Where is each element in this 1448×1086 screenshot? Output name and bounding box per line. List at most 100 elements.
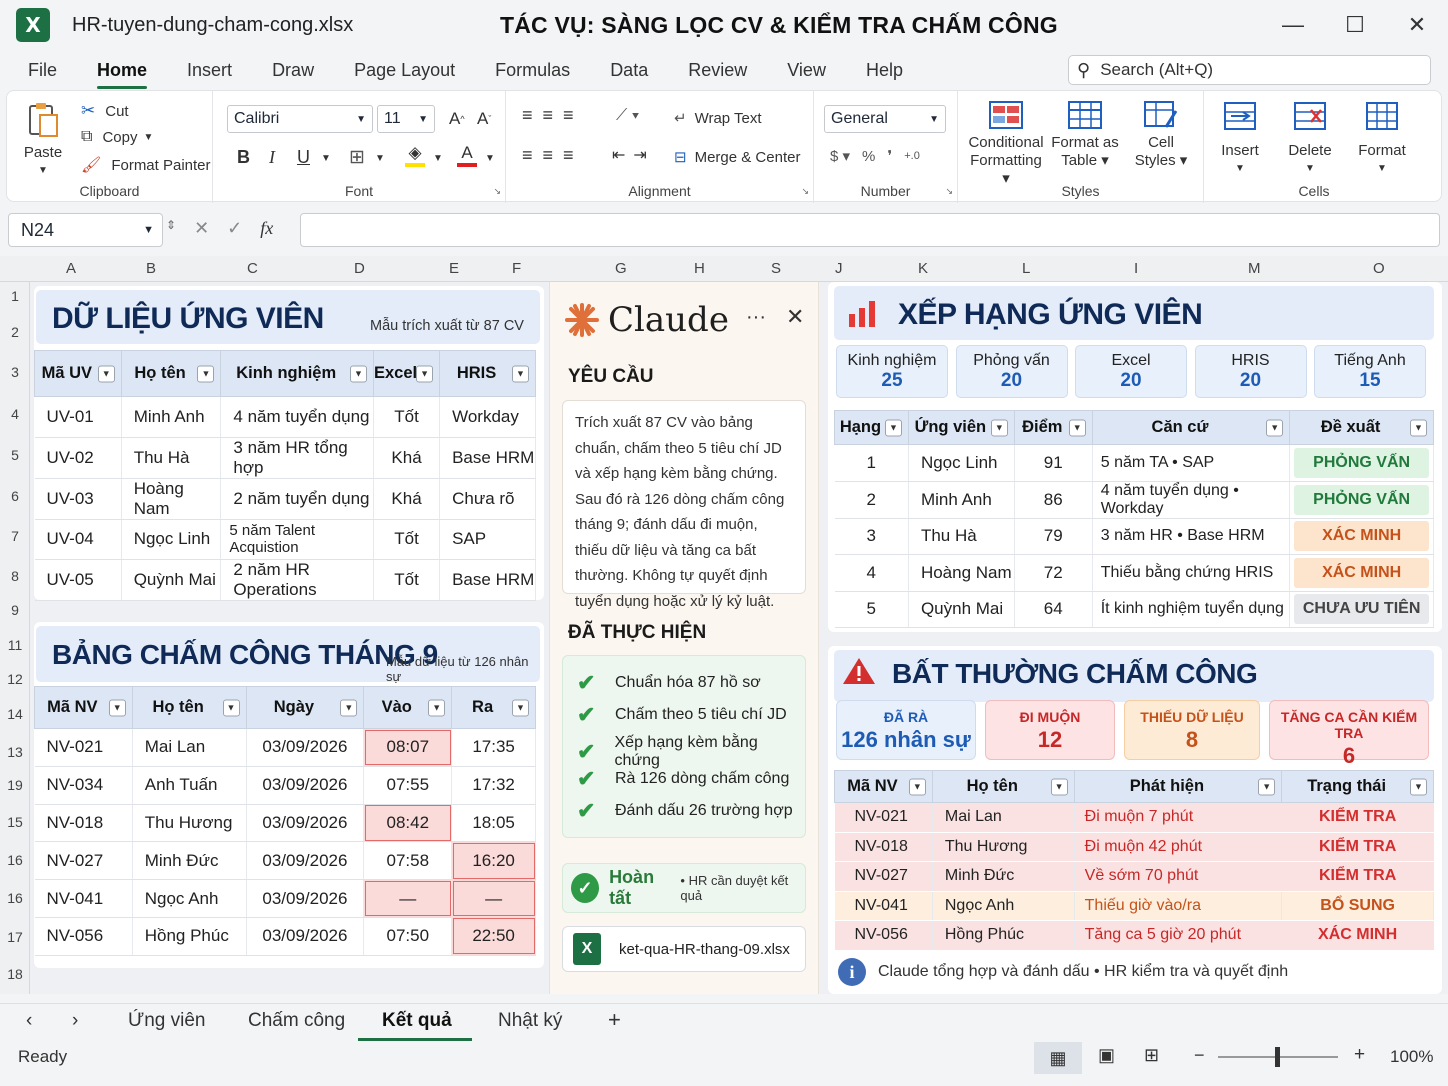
table-cell[interactable]: 07:55 <box>363 766 453 805</box>
col-k[interactable]: K <box>918 260 928 277</box>
col-e[interactable]: E <box>449 260 459 277</box>
maximize-icon[interactable]: ☐ <box>1324 0 1386 50</box>
ranking-col-header[interactable]: Điểm ▼ <box>1013 410 1093 445</box>
borders-icon[interactable]: ⊞ <box>349 146 365 169</box>
candidate-col-header[interactable]: HRIS ▼ <box>439 350 536 397</box>
col-j[interactable]: J <box>835 260 843 277</box>
row-header[interactable]: 13 <box>0 744 30 760</box>
row-header[interactable]: 6 <box>0 488 30 504</box>
add-sheet-icon[interactable]: + <box>608 1007 621 1033</box>
filter-dropdown-icon[interactable]: ▼ <box>222 699 240 716</box>
formula-input[interactable] <box>300 213 1440 247</box>
anomaly-col-header[interactable]: Họ tên ▼ <box>931 770 1075 803</box>
table-cell[interactable]: 1 <box>834 444 909 482</box>
italic-icon[interactable]: I <box>269 147 275 168</box>
cut-button[interactable]: ✂ Cut <box>81 101 129 121</box>
table-cell[interactable]: Base HRM <box>439 559 536 601</box>
zoom-out-icon[interactable]: − <box>1194 1045 1205 1066</box>
table-cell[interactable]: 3 năm HR • Base HRM <box>1092 518 1291 555</box>
table-cell[interactable]: SAP <box>439 519 536 560</box>
table-cell[interactable]: Base HRM <box>439 437 536 479</box>
col-a[interactable]: A <box>66 260 76 277</box>
row-header[interactable]: 14 <box>0 706 30 722</box>
table-cell[interactable]: 4 <box>834 554 909 592</box>
table-cell[interactable]: KIỂM TRA <box>1281 802 1434 833</box>
anomaly-col-header[interactable]: Mã NV ▼ <box>834 770 933 803</box>
table-cell[interactable]: Tốt <box>373 396 441 438</box>
table-cell[interactable]: Minh Đức <box>132 841 247 881</box>
tab-cham-cong[interactable]: Chấm công <box>248 1010 345 1032</box>
page-break-view-icon[interactable]: ⊞ <box>1144 1045 1159 1066</box>
orientation-icon[interactable]: ⟋ ▾ <box>616 107 639 125</box>
row-header[interactable]: 2 <box>0 324 30 340</box>
filter-dropdown-icon[interactable]: ▼ <box>908 778 926 795</box>
table-cell[interactable]: UV-04 <box>34 519 122 560</box>
table-cell[interactable]: 17:32 <box>451 766 536 805</box>
filter-dropdown-icon[interactable]: ▼ <box>108 699 126 716</box>
name-box[interactable]: N24 ▼ <box>8 213 163 247</box>
filter-dropdown-icon[interactable]: ▼ <box>97 365 115 382</box>
insert-cells-button[interactable]: Insert ▼ <box>1210 101 1270 178</box>
table-cell[interactable]: NV-056 <box>34 917 133 956</box>
table-cell[interactable]: 79 <box>1014 518 1093 555</box>
menu-insert[interactable]: Insert <box>187 54 232 87</box>
table-cell[interactable]: Thu Hương <box>132 804 247 843</box>
anomaly-col-header[interactable]: Phát hiện ▼ <box>1073 770 1283 803</box>
filter-dropdown-icon[interactable]: ▼ <box>416 365 434 382</box>
menu-home[interactable]: Home <box>97 54 148 89</box>
table-cell[interactable]: 03/09/2026 <box>246 804 365 843</box>
menu-page-layout[interactable]: Page Layout <box>354 54 455 87</box>
table-cell[interactable]: Hoàng Nam <box>908 554 1015 592</box>
page-layout-view-icon[interactable]: ▣ <box>1098 1045 1115 1066</box>
table-cell[interactable]: NV-021 <box>834 802 933 833</box>
menu-help[interactable]: Help <box>866 54 903 87</box>
table-cell[interactable]: Đi muộn 42 phút <box>1074 832 1283 862</box>
attendance-col-header[interactable]: Mã NV ▼ <box>34 686 133 729</box>
vertical-align-icons[interactable]: ≡≡≡ <box>522 105 584 126</box>
table-cell[interactable]: Workday <box>439 396 536 438</box>
alignment-dialog-icon[interactable]: ↘ <box>801 186 809 197</box>
zoom-in-icon[interactable]: + <box>1354 1044 1365 1066</box>
candidate-col-header[interactable]: Excel ▼ <box>372 350 441 397</box>
table-cell[interactable]: Đi muộn 7 phút <box>1074 802 1283 833</box>
row-header[interactable]: 12 <box>0 671 30 687</box>
candidate-col-header[interactable]: Kinh nghiệm ▼ <box>220 350 374 397</box>
table-cell[interactable]: KIỂM TRA <box>1281 861 1434 892</box>
table-cell[interactable]: Quỳnh Mai <box>121 559 222 601</box>
cell-styles-button[interactable]: Cell Styles ▾ <box>1128 101 1194 170</box>
table-cell[interactable]: 08:07 <box>363 728 453 767</box>
table-cell[interactable]: Anh Tuấn <box>132 766 247 805</box>
table-cell[interactable]: 17:35 <box>451 728 536 767</box>
table-cell[interactable]: 91 <box>1014 444 1093 482</box>
format-cells-button[interactable]: Format ▼ <box>1352 101 1412 178</box>
table-cell[interactable]: 08:42 <box>363 804 453 843</box>
table-cell[interactable]: NV-018 <box>834 832 933 862</box>
table-cell[interactable]: Tăng ca 5 giờ 20 phút <box>1074 920 1283 951</box>
table-cell[interactable]: UV-02 <box>34 437 122 479</box>
font-size-select[interactable]: 11 ▼ <box>377 105 435 133</box>
table-cell[interactable]: 4 năm tuyển dụng • Workday <box>1092 481 1291 519</box>
table-cell[interactable]: 4 năm tuyển dụng <box>220 396 374 438</box>
attendance-col-header[interactable]: Vào ▼ <box>363 686 453 729</box>
row-header[interactable]: 5 <box>0 447 30 463</box>
col-s[interactable]: S <box>771 260 781 277</box>
table-cell[interactable]: Về sớm 70 phút <box>1074 861 1283 892</box>
table-cell[interactable]: 22:50 <box>451 917 536 956</box>
menu-draw[interactable]: Draw <box>272 54 314 87</box>
table-cell[interactable]: 86 <box>1014 481 1093 519</box>
row-header[interactable]: 7 <box>0 528 30 544</box>
row-header[interactable]: 8 <box>0 568 30 584</box>
row-header[interactable]: 15 <box>0 814 30 830</box>
menu-review[interactable]: Review <box>688 54 747 87</box>
table-cell[interactable]: NV-018 <box>34 804 133 843</box>
table-cell[interactable]: 03/09/2026 <box>246 728 365 767</box>
table-cell[interactable]: 72 <box>1014 554 1093 592</box>
fill-chevron-icon[interactable]: ▼ <box>433 153 443 164</box>
filter-dropdown-icon[interactable]: ▼ <box>1410 419 1427 436</box>
menu-file[interactable]: File <box>28 54 57 87</box>
table-cell[interactable]: Ngọc Linh <box>908 444 1015 482</box>
fill-color-icon[interactable]: ◈ <box>405 143 425 167</box>
table-cell[interactable]: 3 <box>834 518 909 555</box>
more-options-icon[interactable]: ··· <box>746 306 766 329</box>
table-cell[interactable]: 3 năm HR tổng hợp <box>220 437 374 479</box>
